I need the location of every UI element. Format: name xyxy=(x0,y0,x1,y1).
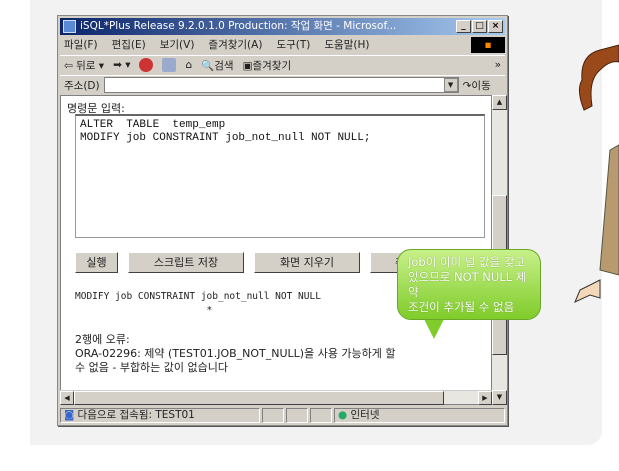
ie-icon xyxy=(63,20,76,33)
menu-favorites[interactable]: 즐겨찾기(A) xyxy=(208,36,262,54)
error-line: 2행에 오류: xyxy=(75,333,130,346)
back-arrow-icon: ⇦ xyxy=(64,59,77,72)
cartoon-character-image xyxy=(574,44,619,303)
output-echo: MODIFY job CONSTRAINT job_not_null NOT N… xyxy=(75,291,321,316)
search-icon: 🔍 xyxy=(201,59,215,72)
home-icon[interactable]: ⌂ xyxy=(185,59,192,71)
dropdown-arrow-icon[interactable]: ▼ xyxy=(443,78,458,92)
save-script-button[interactable]: 스크립트 저장 xyxy=(128,252,244,273)
address-label: 주소(D) xyxy=(64,79,100,92)
callout-line: Job이 이미 널 값을 갖고 xyxy=(408,255,525,269)
menu-edit[interactable]: 편집(E) xyxy=(112,36,146,54)
go-button[interactable]: ↷이동 xyxy=(463,78,491,93)
callout-line: 조건이 추가될 수 없음 xyxy=(408,300,515,314)
stop-icon[interactable] xyxy=(139,58,154,72)
maximize-button[interactable]: □ xyxy=(472,20,487,33)
browser-window: iSQL*Plus Release 9.2.0.1.0 Production: … xyxy=(57,15,508,426)
hscroll-thumb[interactable] xyxy=(74,391,444,405)
scroll-down-icon[interactable]: ▼ xyxy=(492,390,507,405)
error-message-2: 수 없음 - 부합하는 값이 없습니다 xyxy=(75,361,229,374)
toolbar-overflow[interactable]: » xyxy=(495,59,505,71)
connection-status: 다음으로 접속됨: TEST01 xyxy=(77,409,195,421)
globe-icon: ● xyxy=(338,409,351,421)
menu-view[interactable]: 보기(V) xyxy=(160,36,195,54)
windows-logo-icon: ▪ xyxy=(471,37,505,53)
horizontal-scrollbar[interactable]: ◀ ▶ xyxy=(60,390,492,405)
execute-button[interactable]: 실행 xyxy=(75,252,118,273)
toolbar: ⇦ 뒤로 ▾ ➡ ▾ ⌂ 🔍검색 ▣즐겨찾기 » xyxy=(60,55,505,74)
status-bar: ◙ 다음으로 접속됨: TEST01 ● 인터넷 xyxy=(60,407,505,424)
window-title: iSQL*Plus Release 9.2.0.1.0 Production: … xyxy=(80,20,397,32)
scroll-left-icon[interactable]: ◀ xyxy=(60,391,74,405)
menu-bar: 파일(F) 편집(E) 보기(V) 즐겨찾기(A) 도구(T) 도움말(H) ▪ xyxy=(60,36,505,54)
zone-status: 인터넷 xyxy=(350,409,380,421)
search-button[interactable]: 🔍검색 xyxy=(201,58,233,73)
close-button[interactable]: × xyxy=(488,20,503,33)
sql-textarea[interactable]: ALTER TABLE temp_emp MODIFY job CONSTRAI… xyxy=(75,114,485,238)
address-bar: 주소(D) ▼ ↷이동 xyxy=(60,75,505,94)
folder-star-icon: ▣ xyxy=(242,59,253,72)
address-input[interactable]: ▼ xyxy=(103,77,459,93)
menu-file[interactable]: 파일(F) xyxy=(64,36,98,54)
refresh-icon[interactable] xyxy=(162,58,177,72)
minimize-button[interactable]: _ xyxy=(456,20,471,33)
menu-help[interactable]: 도움말(H) xyxy=(324,36,369,54)
menu-tools[interactable]: 도구(T) xyxy=(276,36,310,54)
clear-screen-button[interactable]: 화면 지우기 xyxy=(254,252,360,273)
error-message: ORA-02296: 제약 (TEST01.JOB_NOT_NULL)을 사용 … xyxy=(75,347,396,360)
forward-button[interactable]: ➡ ▾ xyxy=(113,59,130,71)
callout-bubble: Job이 이미 널 값을 갖고 있으므로 NOT NULL 제약 조건이 추가될… xyxy=(397,249,541,320)
scroll-up-icon[interactable]: ▲ xyxy=(492,95,507,110)
back-button[interactable]: ⇦ 뒤로 ▾ xyxy=(64,58,104,73)
page-icon: ◙ xyxy=(64,409,78,421)
scroll-right-icon[interactable]: ▶ xyxy=(478,391,492,405)
title-bar: iSQL*Plus Release 9.2.0.1.0 Production: … xyxy=(60,18,505,35)
callout-tail xyxy=(424,319,444,339)
favorites-button[interactable]: ▣즐겨찾기 xyxy=(243,58,292,73)
callout-line: 있으므로 NOT NULL 제약 xyxy=(408,270,527,299)
